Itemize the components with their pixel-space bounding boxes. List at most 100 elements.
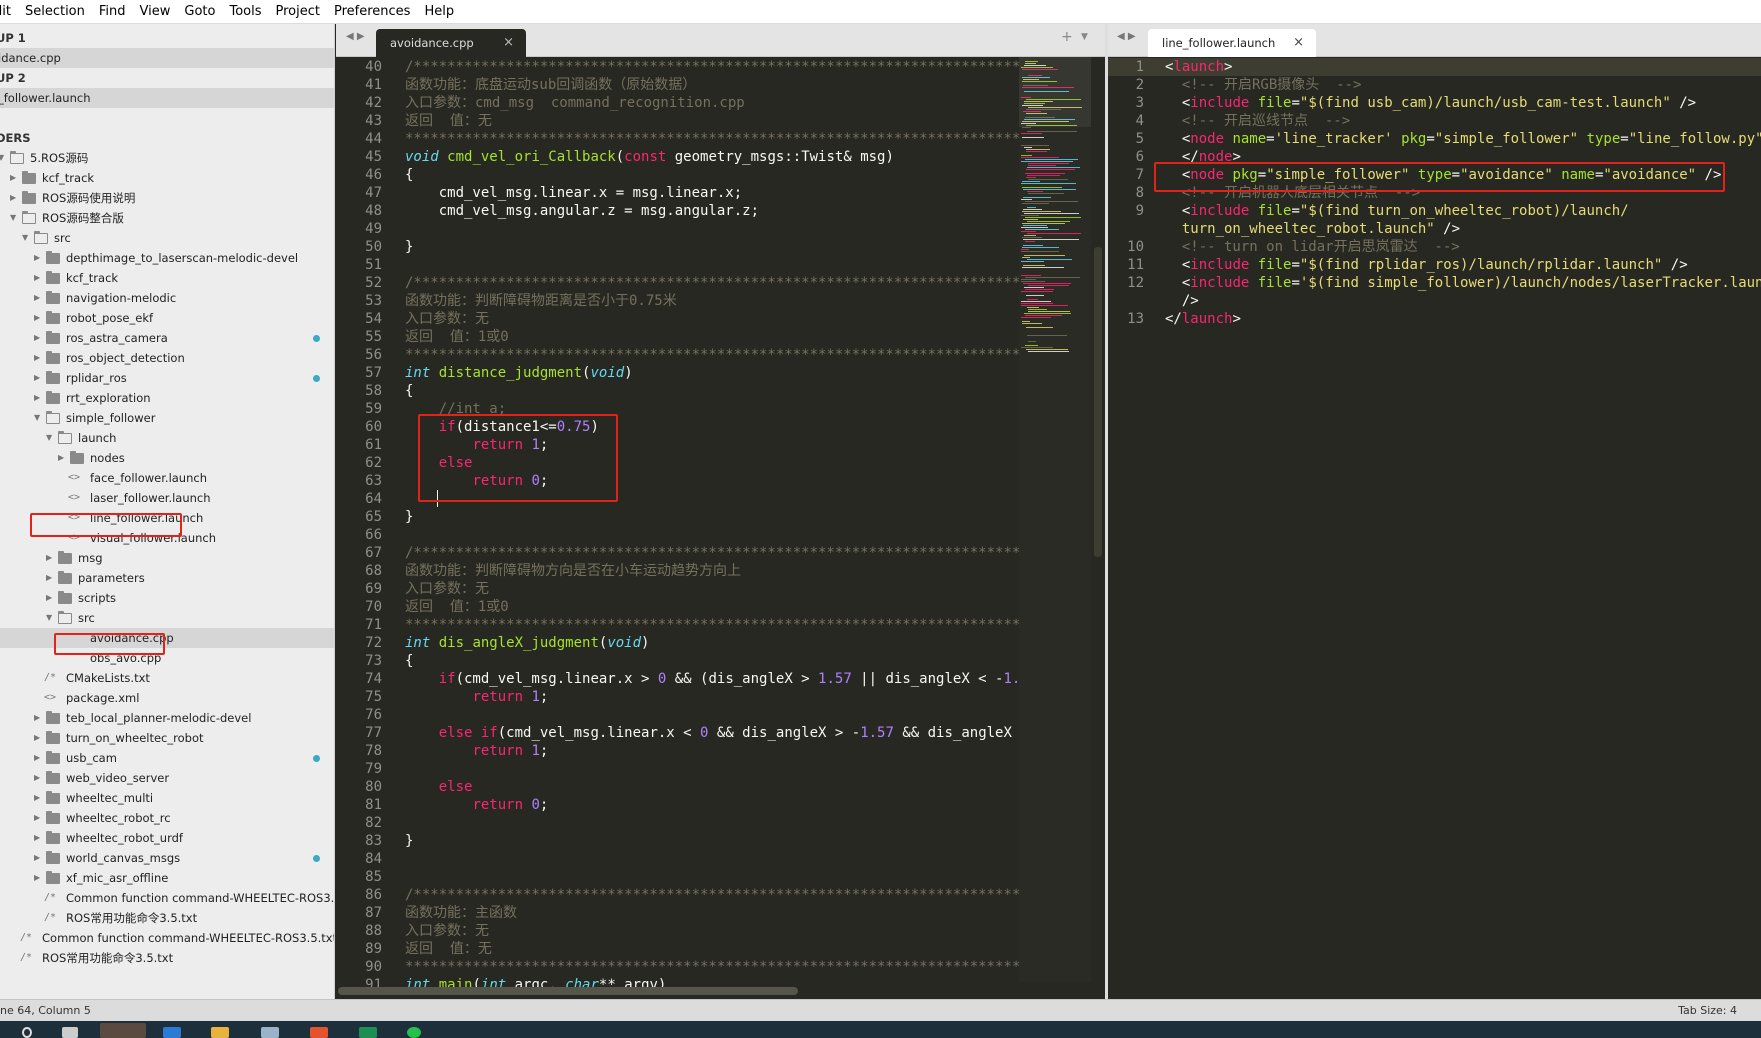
- code-line[interactable]: <!-- turn on lidar开启思岚雷达 -->: [1165, 238, 1761, 256]
- tree-row-folder[interactable]: ▼ launch: [0, 428, 334, 448]
- editor-line-follower-launch[interactable]: 1 2 3 4 5 6 7 8 9 10 11 12 13 <launch> <!-- 开启RGB摄像头…: [1108, 57, 1761, 999]
- tree-row-folder[interactable]: ▶ depthimage_to_laserscan-melodic-devel: [0, 248, 334, 268]
- code-line[interactable]: 返回 值：无: [405, 112, 1037, 130]
- code-line[interactable]: int distance_judgment(void): [405, 364, 1037, 382]
- chevron-down-icon[interactable]: ▼: [46, 608, 52, 628]
- code-line[interactable]: 函数功能：判断障碍物距离是否小于0.75米: [405, 292, 1037, 310]
- code-line[interactable]: <node pkg="simple_follower" type="avoida…: [1165, 166, 1761, 184]
- app-taskbar-icon[interactable]: [261, 1027, 279, 1038]
- chevron-down-icon[interactable]: ▼: [10, 208, 16, 228]
- code-line[interactable]: /***************************************…: [405, 274, 1037, 292]
- task-view-icon[interactable]: [62, 1027, 78, 1038]
- tree-row-txt[interactable]: /* ROS常用功能命令3.5.txt: [0, 908, 334, 928]
- chevron-right-icon[interactable]: ▶: [10, 168, 16, 188]
- chevron-right-icon[interactable]: ▶: [46, 568, 52, 588]
- tree-row-folder[interactable]: ▼ simple_follower: [0, 408, 334, 428]
- code-area[interactable]: <launch> <!-- 开启RGB摄像头 --> <include file…: [1165, 57, 1761, 328]
- tree-row-folder[interactable]: ▶ wheeltec_robot_urdf: [0, 828, 334, 848]
- vertical-scrollbar[interactable]: [1094, 247, 1102, 557]
- code-line[interactable]: if(distance1<=0.75): [405, 418, 1037, 436]
- chevron-right-icon[interactable]: ▶: [34, 288, 40, 308]
- tab-list-icon[interactable]: ▼: [1081, 32, 1088, 42]
- code-line[interactable]: [405, 220, 1037, 238]
- code-line[interactable]: <!-- 开启机器人底层相关节点 -->: [1165, 184, 1761, 202]
- tree-row-folder[interactable]: ▼ ROS源码整合版: [0, 208, 334, 228]
- tree-row-folder[interactable]: ▼ src: [0, 228, 334, 248]
- menu-find[interactable]: Find: [99, 4, 126, 19]
- excel-taskbar-icon[interactable]: [359, 1027, 377, 1038]
- code-line[interactable]: [405, 814, 1037, 832]
- code-line[interactable]: [405, 256, 1037, 274]
- chevron-down-icon[interactable]: ▼: [0, 148, 4, 168]
- code-line[interactable]: </node>: [1165, 148, 1761, 166]
- close-icon[interactable]: ×: [503, 29, 514, 57]
- tree-row-txt[interactable]: /* ROS常用功能命令3.5.txt: [0, 948, 334, 968]
- tree-row-folder[interactable]: ▶ ROS源码使用说明: [0, 188, 334, 208]
- chevron-right-icon[interactable]: ▶: [34, 388, 40, 408]
- tree-row-txt[interactable]: /* Common function command-WHEELTEC-ROS3.…: [0, 928, 334, 948]
- tree-row-folder[interactable]: ▶ usb_cam: [0, 748, 334, 768]
- tree-row-folder[interactable]: ▶ kcf_track: [0, 168, 334, 188]
- tab-nav-arrows-right[interactable]: ◀ ▶: [1117, 31, 1136, 42]
- add-tab-icon[interactable]: +: [1061, 29, 1073, 45]
- code-line[interactable]: <include file="$(find usb_cam)/launch/us…: [1165, 94, 1761, 112]
- chevron-right-icon[interactable]: ▶: [34, 328, 40, 348]
- tree-row-folder[interactable]: ▶ nodes: [0, 448, 334, 468]
- code-line[interactable]: 入口参数：无: [405, 580, 1037, 598]
- code-line[interactable]: [405, 526, 1037, 544]
- media-taskbar-icon[interactable]: [310, 1027, 328, 1038]
- chevron-down-icon[interactable]: ▼: [46, 428, 52, 448]
- tree-row-folder[interactable]: ▶ web_video_server: [0, 768, 334, 788]
- chevron-right-icon[interactable]: ▶: [34, 268, 40, 288]
- wechat-taskbar-icon[interactable]: [407, 1027, 421, 1038]
- code-line[interactable]: <launch>: [1165, 58, 1761, 76]
- code-line[interactable]: else if(cmd_vel_msg.linear.x < 0 && dis_…: [405, 724, 1037, 742]
- code-line[interactable]: return 0;: [405, 796, 1037, 814]
- tab-size-indicator[interactable]: Tab Size: 4: [1678, 1000, 1737, 1021]
- tree-row-folder[interactable]: ▶ robot_pose_ekf: [0, 308, 334, 328]
- horizontal-scrollbar[interactable]: [338, 987, 798, 995]
- tree-row-folder[interactable]: ▶ rrt_exploration: [0, 388, 334, 408]
- tree-row-txt[interactable]: /* CMakeLists.txt: [0, 668, 334, 688]
- code-line[interactable]: return 1;: [405, 688, 1037, 706]
- tree-row-folder[interactable]: ▶ world_canvas_msgs: [0, 848, 334, 868]
- chevron-right-icon[interactable]: ▶: [34, 368, 40, 388]
- tree-row-folder[interactable]: ▶ msg: [0, 548, 334, 568]
- tab-nav-arrows-left[interactable]: ◀ ▶: [346, 31, 365, 42]
- chevron-right-icon[interactable]: ▶: [34, 868, 40, 888]
- code-line[interactable]: return 1;: [405, 436, 1037, 454]
- chevron-right-icon[interactable]: ▶: [34, 248, 40, 268]
- tree-row-folder[interactable]: ▶ parameters: [0, 568, 334, 588]
- code-line[interactable]: cmd_vel_msg.angular.z = msg.angular.z;: [405, 202, 1037, 220]
- tree-row-cpp[interactable]: obs_avo.cpp: [0, 648, 334, 668]
- code-line[interactable]: [405, 868, 1037, 886]
- code-line[interactable]: turn_on_wheeltec_robot.launch" />: [1165, 220, 1761, 238]
- file-explorer-icon[interactable]: [211, 1027, 229, 1038]
- code-line[interactable]: [405, 490, 1037, 508]
- chevron-down-icon[interactable]: ▼: [34, 408, 40, 428]
- code-line[interactable]: else: [405, 454, 1037, 472]
- menu-view[interactable]: View: [140, 4, 171, 19]
- chevron-right-icon[interactable]: ▶: [34, 828, 40, 848]
- edge-taskbar-icon[interactable]: [163, 1027, 181, 1038]
- code-line[interactable]: /***************************************…: [405, 886, 1037, 904]
- tree-row-xml[interactable]: <> package.xml: [0, 688, 334, 708]
- code-line[interactable]: /***************************************…: [405, 58, 1037, 76]
- tree-row-group[interactable]: UP 2: [0, 68, 334, 88]
- code-line[interactable]: 函数功能：主函数: [405, 904, 1037, 922]
- tree-row-xml[interactable]: <> laser_follower.launch: [0, 488, 334, 508]
- code-line[interactable]: void cmd_vel_ori_Callback(const geometry…: [405, 148, 1037, 166]
- code-line[interactable]: {: [405, 166, 1037, 184]
- chevron-right-icon[interactable]: ▶: [34, 308, 40, 328]
- code-line[interactable]: ****************************************…: [405, 616, 1037, 634]
- code-line[interactable]: <!-- 开启巡线节点 -->: [1165, 112, 1761, 130]
- sublime-taskbar-icon[interactable]: [100, 1023, 146, 1038]
- code-line[interactable]: />: [1165, 292, 1761, 310]
- menu-project[interactable]: Project: [276, 4, 320, 19]
- code-line[interactable]: {: [405, 382, 1037, 400]
- chevron-right-icon[interactable]: ▶: [46, 548, 52, 568]
- minimap[interactable]: [1019, 57, 1091, 982]
- tree-row-group[interactable]: UP 1: [0, 28, 334, 48]
- code-line[interactable]: /***************************************…: [405, 544, 1037, 562]
- code-line[interactable]: ****************************************…: [405, 958, 1037, 976]
